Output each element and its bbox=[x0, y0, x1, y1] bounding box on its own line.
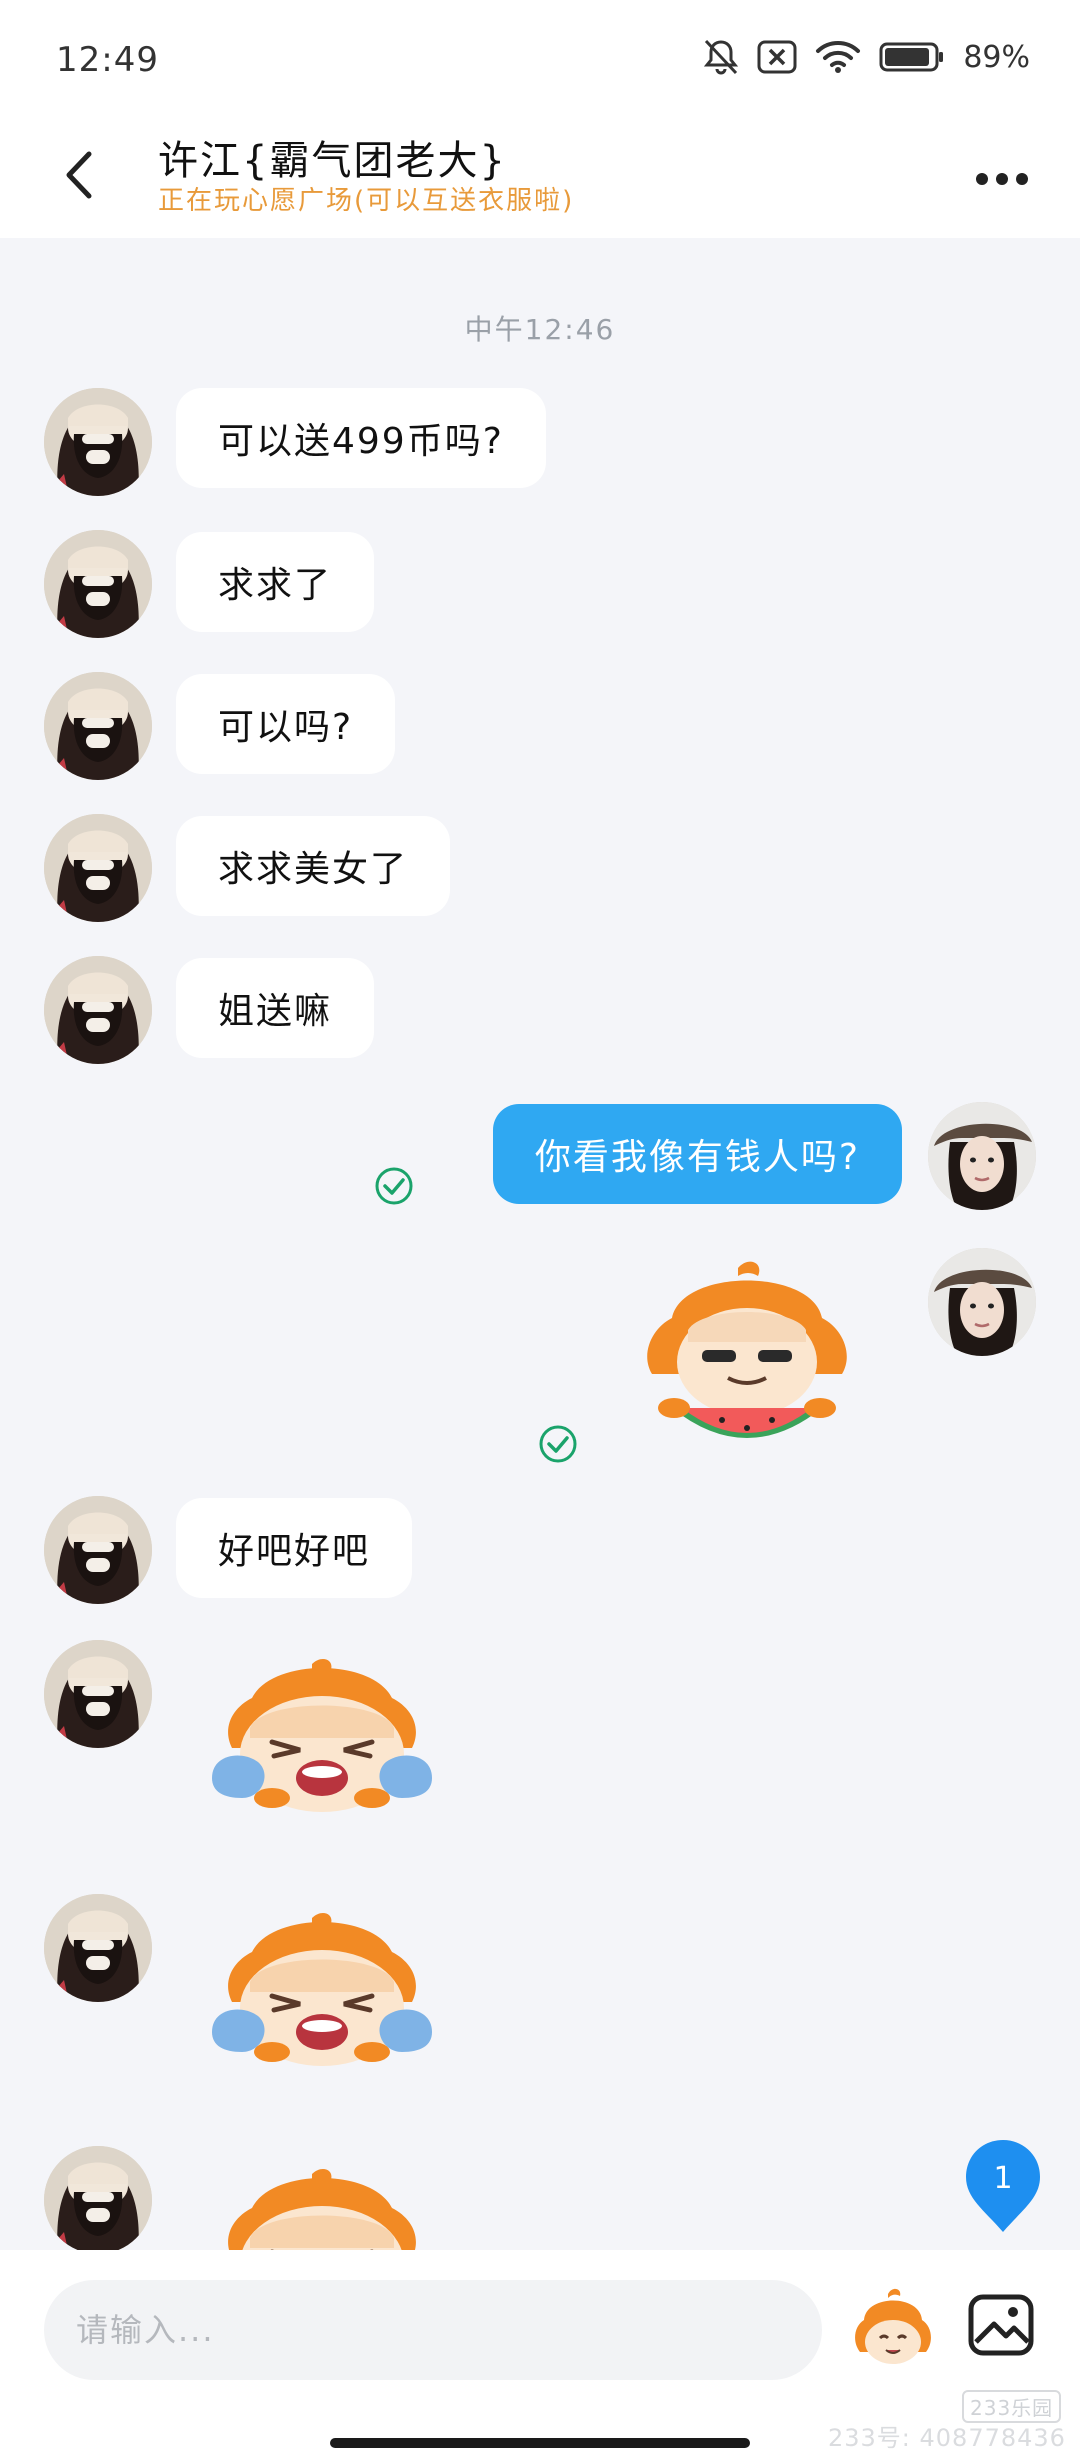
incoming-message[interactable]: 可以吗? bbox=[176, 674, 396, 774]
mascot-emoji-icon[interactable] bbox=[850, 2286, 936, 2372]
crying-sticker[interactable] bbox=[202, 1658, 442, 1818]
read-check-icon bbox=[539, 1425, 577, 1463]
status-icons: 89% bbox=[703, 38, 1030, 76]
contact-avatar[interactable] bbox=[44, 388, 152, 496]
my-avatar[interactable] bbox=[928, 1248, 1036, 1356]
incoming-message[interactable]: 求求了 bbox=[176, 532, 375, 632]
read-check-icon bbox=[375, 1167, 413, 1205]
contact-avatar[interactable] bbox=[44, 1640, 152, 1748]
input-bar: 233乐园 233号: 408778436 bbox=[0, 2250, 1080, 2460]
back-button[interactable] bbox=[48, 140, 108, 210]
crying-sticker[interactable] bbox=[202, 2168, 442, 2250]
incoming-message[interactable]: 好吧好吧 bbox=[176, 1498, 413, 1598]
status-bar: 12:49 89% bbox=[0, 0, 1080, 118]
message-timestamp: 中午12:46 bbox=[464, 313, 616, 346]
message-input[interactable] bbox=[44, 2280, 822, 2380]
battery-percent: 89% bbox=[963, 39, 1030, 75]
contact-avatar[interactable] bbox=[44, 956, 152, 1064]
unread-count: 1 bbox=[993, 2161, 1012, 2196]
status-time: 12:49 bbox=[56, 40, 159, 80]
outgoing-message[interactable]: 你看我像有钱人吗? bbox=[492, 1104, 902, 1204]
contact-avatar[interactable] bbox=[44, 530, 152, 638]
watermark-id: 233号: 408778436 bbox=[828, 2424, 1066, 2452]
my-avatar[interactable] bbox=[928, 1102, 1036, 1210]
more-dots-icon bbox=[976, 173, 1028, 185]
contact-avatar[interactable] bbox=[44, 1496, 152, 1604]
contact-avatar[interactable] bbox=[44, 814, 152, 922]
incoming-message[interactable]: 求求美女了 bbox=[176, 816, 451, 916]
crying-sticker[interactable] bbox=[202, 1912, 442, 2072]
home-indicator[interactable] bbox=[330, 2438, 750, 2448]
contact-avatar[interactable] bbox=[44, 672, 152, 780]
message-list[interactable]: 中午12:46 可以送499币吗? 求求了 可以吗? 求求美女了 姐送嘛 你看我… bbox=[0, 238, 1080, 2250]
image-icon[interactable] bbox=[966, 2290, 1036, 2360]
contact-status: 正在玩心愿广场(可以互送衣服啦) bbox=[158, 186, 575, 216]
watermelon-sticker[interactable] bbox=[632, 1258, 862, 1458]
contact-avatar[interactable] bbox=[44, 2146, 152, 2250]
wifi-icon bbox=[816, 41, 861, 73]
bell-muted-icon bbox=[704, 39, 739, 75]
battery-icon bbox=[879, 42, 944, 72]
chevron-left-icon bbox=[66, 151, 92, 199]
chat-header: 许江{霸气团老大} 正在玩心愿广场(可以互送衣服啦) bbox=[0, 118, 1080, 238]
incoming-message[interactable]: 可以送499币吗? bbox=[176, 388, 546, 488]
message-input-box[interactable] bbox=[44, 2280, 822, 2380]
more-options-button[interactable] bbox=[972, 154, 1032, 204]
incoming-message[interactable]: 姐送嘛 bbox=[176, 958, 375, 1058]
unread-badge[interactable]: 1 bbox=[964, 2138, 1042, 2234]
contact-avatar[interactable] bbox=[44, 1894, 152, 2002]
sim-off-icon bbox=[757, 40, 797, 74]
contact-name[interactable]: 许江{霸气团老大} bbox=[158, 128, 507, 186]
